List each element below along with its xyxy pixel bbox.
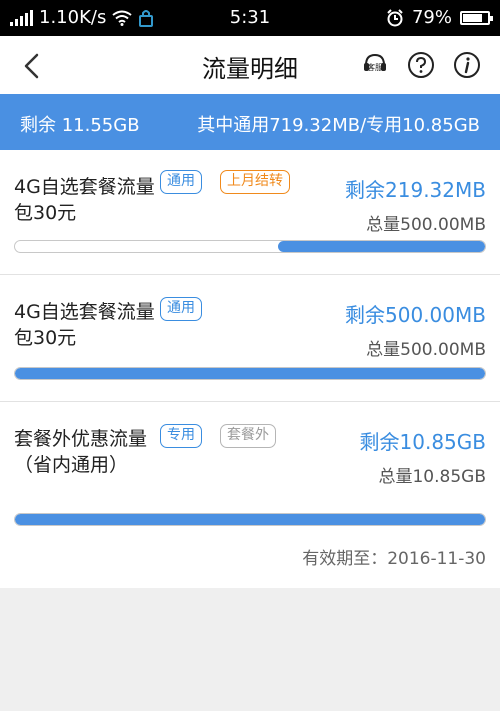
battery-percent: 79% [411,7,452,28]
usage-bar-fill [15,368,485,379]
summary-detail: 其中通用719.32MB/专用10.85GB [197,115,480,136]
usage-bar [14,513,486,526]
package-card: 套餐外优惠流量（省内通用） 专用 套餐外 剩余10.85GB 总量10.85GB… [0,402,500,588]
package-card: 4G自选套餐流量包30元 通用 上月结转 剩余219.32MB 总量500.00… [0,150,500,275]
package-remaining: 剩余500.00MB [345,303,486,327]
package-total: 总量10.85GB [378,467,486,487]
help-button[interactable] [406,50,436,80]
summary-banner: 剩余 11.55GB 其中通用719.32MB/专用10.85GB [0,94,500,150]
status-bar: 1.10K/s 5:31 79% [0,0,500,36]
package-total: 总量500.00MB [366,215,486,235]
package-name: 4G自选套餐流量包30元 [14,301,155,349]
service-label: 客服 [367,62,383,72]
tag-dedicated: 专用 [160,424,202,448]
tag-carry-over: 上月结转 [220,170,290,194]
battery-fill [463,13,482,22]
status-right: 79% [386,7,493,28]
usage-bar-fill [278,241,485,252]
nav-bar: 流量明细 客服 [0,36,500,94]
package-name: 套餐外优惠流量（省内通用） [14,428,148,476]
package-remaining: 剩余219.32MB [345,178,486,202]
expiry-date: 有效期至：2016-11-30 [302,549,486,569]
package-name: 4G自选套餐流量包30元 [14,176,155,224]
empty-area [0,588,500,711]
tag-general: 通用 [160,297,202,321]
help-icon [408,52,434,78]
alarm-icon [387,8,403,26]
tag-extra-package: 套餐外 [220,424,276,448]
info-icon [454,52,480,78]
summary-remaining: 剩余 11.55GB [20,115,140,136]
info-button[interactable] [452,50,482,80]
nav-actions: 客服 [360,50,482,80]
usage-bar [14,367,486,380]
customer-service-button[interactable]: 客服 [360,50,390,80]
package-card: 4G自选套餐流量包30元 通用 剩余500.00MB 总量500.00MB [0,275,500,402]
usage-bar [14,240,486,253]
package-total: 总量500.00MB [366,340,486,360]
battery-icon [460,10,493,25]
customer-service-icon: 客服 [364,53,386,72]
tag-general: 通用 [160,170,202,194]
usage-bar-fill [15,514,485,525]
package-remaining: 剩余10.85GB [359,430,486,454]
